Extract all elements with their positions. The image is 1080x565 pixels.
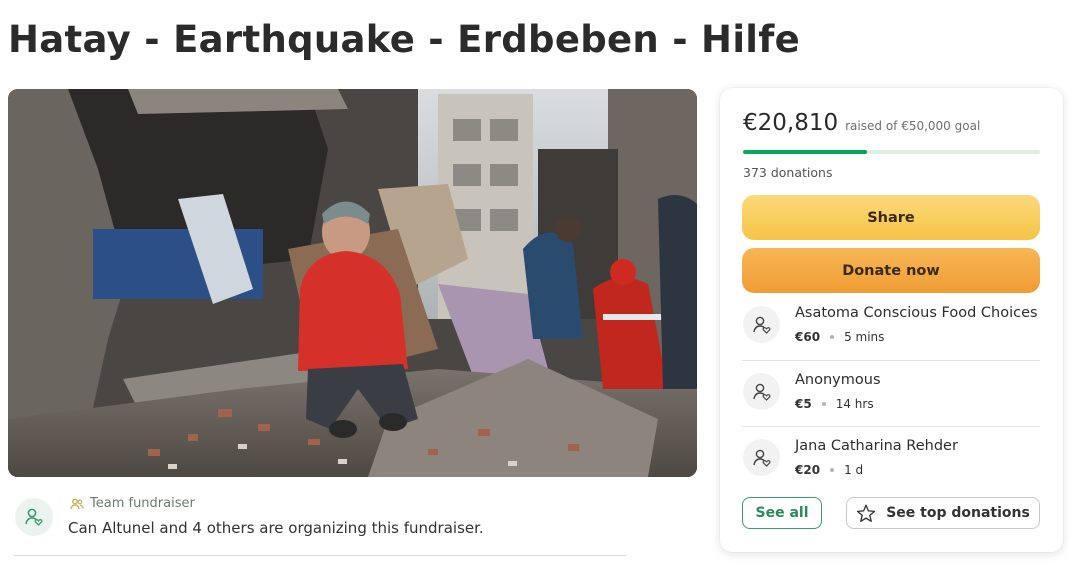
see-all-label: See all xyxy=(755,505,809,521)
user-heart-icon xyxy=(752,383,770,401)
donor-list-item: Asatoma Conscious Food Choices €60 5 min… xyxy=(742,294,1040,360)
donor-name: Asatoma Conscious Food Choices xyxy=(795,305,1038,321)
donor-avatar xyxy=(743,306,780,343)
separator-dot xyxy=(830,335,835,339)
progress-bar-fill xyxy=(743,150,867,154)
donor-amount: €20 xyxy=(795,463,821,477)
organizer-text: Can Altunel and 4 others are organizing … xyxy=(68,519,484,537)
donor-name: Anonymous xyxy=(795,372,881,388)
see-top-donations-button[interactable]: See top donations xyxy=(846,497,1040,529)
donations-count: 373 donations xyxy=(743,165,833,180)
see-top-donations-label: See top donations xyxy=(886,505,1030,521)
raised-amount: €20,810 xyxy=(743,110,839,136)
donor-meta: €20 1 d xyxy=(795,463,863,477)
user-heart-icon xyxy=(752,316,770,334)
hero-photo xyxy=(8,89,697,477)
donor-time: 14 hrs xyxy=(835,397,874,411)
page-title: Hatay - Earthquake - Erdbeben - Hilfe xyxy=(8,18,801,61)
user-heart-icon xyxy=(752,449,770,467)
raised-goal: raised of €50,000 goal xyxy=(845,119,981,133)
donor-name: Jana Catharina Rehder xyxy=(795,438,958,454)
separator-dot xyxy=(821,402,826,406)
donor-avatar xyxy=(743,439,780,476)
separator-dot xyxy=(830,468,835,472)
raised-summary: €20,810 raised of €50,000 goal xyxy=(743,110,980,136)
organizer-avatar xyxy=(15,498,53,536)
donor-meta: €5 14 hrs xyxy=(795,397,874,411)
donor-meta: €60 5 mins xyxy=(795,330,884,344)
donor-time: 5 mins xyxy=(844,330,885,344)
progress-bar xyxy=(743,150,1040,154)
donor-amount: €5 xyxy=(795,397,812,411)
hero-photo-illustration xyxy=(8,89,697,477)
donate-now-button[interactable]: Donate now xyxy=(742,248,1040,293)
star-icon xyxy=(857,504,876,522)
organizer-section: Team fundraiser Can Altunel and 4 others… xyxy=(14,492,626,556)
donation-card: €20,810 raised of €50,000 goal 373 donat… xyxy=(720,88,1063,552)
team-icon xyxy=(70,498,84,509)
team-fundraiser-kicker: Team fundraiser xyxy=(70,496,195,511)
user-heart-icon xyxy=(25,508,43,526)
donor-time: 1 d xyxy=(844,463,864,477)
donor-avatar xyxy=(743,373,780,410)
donor-list-item: Anonymous €5 14 hrs xyxy=(742,360,1040,426)
see-all-button[interactable]: See all xyxy=(742,497,822,529)
donor-amount: €60 xyxy=(795,330,821,344)
share-button[interactable]: Share xyxy=(742,195,1040,240)
team-fundraiser-label: Team fundraiser xyxy=(90,496,195,511)
donor-list-item: Jana Catharina Rehder €20 1 d xyxy=(742,426,1040,492)
